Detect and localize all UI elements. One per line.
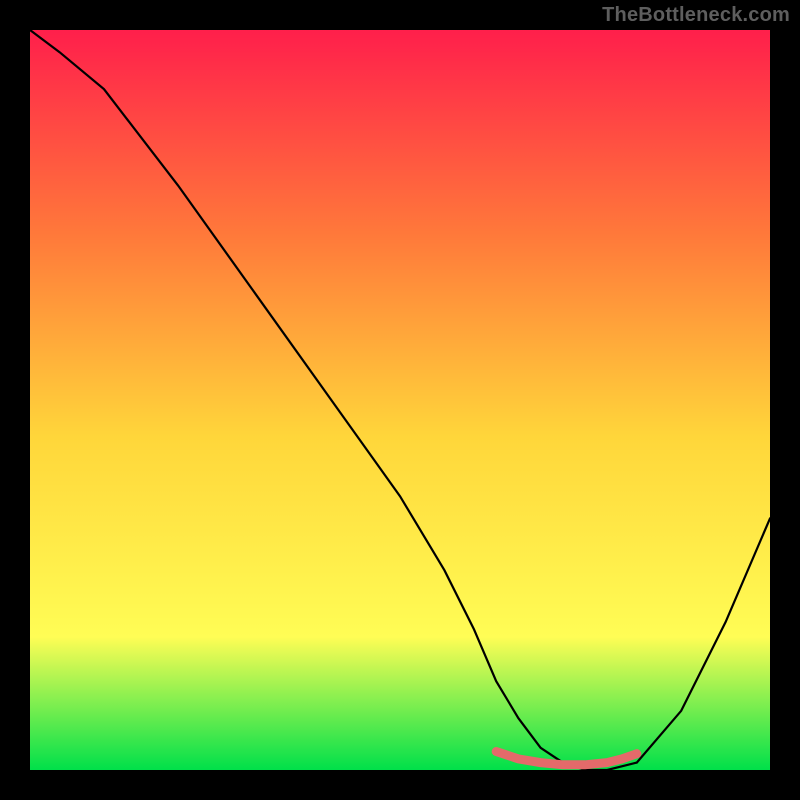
watermark-text: TheBottleneck.com: [602, 4, 790, 27]
gradient-background: [30, 30, 770, 770]
chart-frame: TheBottleneck.com: [0, 0, 800, 800]
plot-area: [30, 30, 770, 770]
chart-svg: [30, 30, 770, 770]
